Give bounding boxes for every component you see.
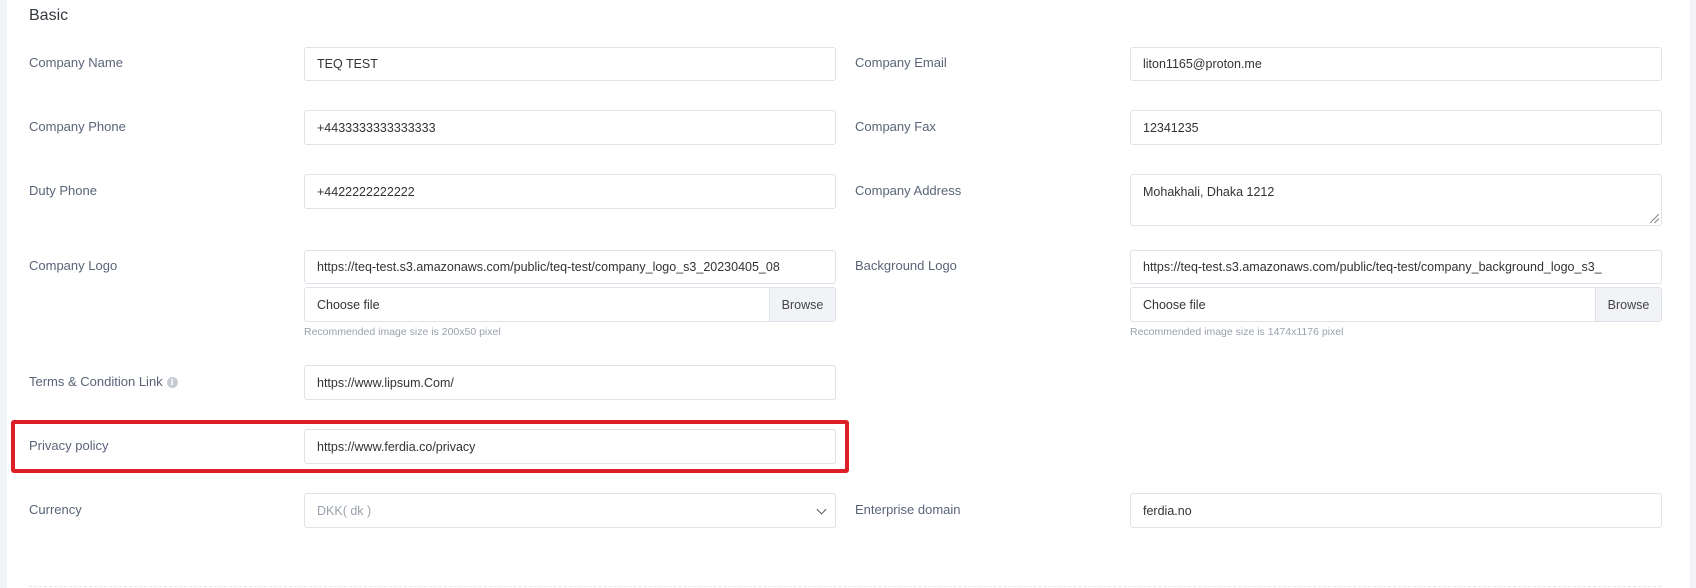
background-logo-label: Background Logo: [855, 258, 957, 273]
company-address-textarea[interactable]: Mohakhali, Dhaka 1212: [1130, 174, 1662, 226]
background-logo-file-input[interactable]: Choose file Browse: [1130, 287, 1662, 322]
company-fax-input[interactable]: 12341235: [1130, 110, 1662, 145]
background-logo-url-input[interactable]: https://teq-test.s3.amazonaws.com/public…: [1130, 250, 1662, 284]
background-logo-choose-file[interactable]: Choose file: [1131, 288, 1595, 321]
section-title: Basic: [29, 7, 69, 24]
duty-phone-label: Duty Phone: [29, 183, 97, 198]
terms-link-label: Terms & Condition Link i: [29, 374, 178, 389]
company-logo-hint: Recommended image size is 200x50 pixel: [304, 326, 501, 338]
company-phone-input[interactable]: +4433333333333333: [304, 110, 836, 145]
background-logo-hint: Recommended image size is 1474x1176 pixe…: [1130, 326, 1344, 338]
currency-label: Currency: [29, 502, 82, 517]
company-address-value: Mohakhali, Dhaka 1212: [1143, 185, 1275, 199]
company-name-label: Company Name: [29, 55, 123, 70]
chevron-down-icon: [816, 504, 827, 515]
section-divider: [29, 586, 1661, 587]
terms-link-label-text: Terms & Condition Link: [29, 374, 163, 389]
info-icon[interactable]: i: [166, 377, 178, 389]
enterprise-domain-label: Enterprise domain: [855, 502, 961, 517]
enterprise-domain-input[interactable]: ferdia.no: [1130, 493, 1662, 528]
privacy-policy-input[interactable]: https://www.ferdia.co/privacy: [304, 429, 836, 464]
company-email-label: Company Email: [855, 55, 947, 70]
company-email-input[interactable]: liton1165@proton.me: [1130, 47, 1662, 81]
resize-grip-icon[interactable]: [1650, 214, 1659, 223]
company-logo-browse-button[interactable]: Browse: [769, 288, 835, 321]
company-logo-url-input[interactable]: https://teq-test.s3.amazonaws.com/public…: [304, 250, 836, 284]
background-logo-browse-button[interactable]: Browse: [1595, 288, 1661, 321]
company-phone-label: Company Phone: [29, 119, 126, 134]
company-logo-choose-file[interactable]: Choose file: [305, 288, 769, 321]
terms-link-input[interactable]: https://www.lipsum.Com/: [304, 365, 836, 400]
privacy-policy-label: Privacy policy: [29, 438, 109, 453]
currency-select[interactable]: DKK( dk ): [304, 493, 836, 528]
company-name-input[interactable]: TEQ TEST: [304, 47, 836, 81]
company-address-label: Company Address: [855, 183, 962, 198]
company-fax-label: Company Fax: [855, 119, 936, 134]
duty-phone-input[interactable]: +4422222222222: [304, 174, 836, 209]
company-logo-file-input[interactable]: Choose file Browse: [304, 287, 836, 322]
currency-selected-value: DKK( dk ): [317, 503, 372, 518]
company-logo-label: Company Logo: [29, 258, 118, 273]
